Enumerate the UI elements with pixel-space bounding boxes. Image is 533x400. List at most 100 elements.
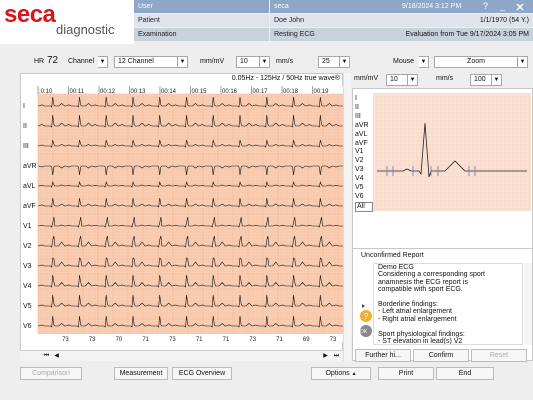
report-scrollbar[interactable] (524, 263, 532, 345)
gain-select[interactable]: 10 (236, 56, 260, 68)
chevron-down-icon[interactable]: ▼ (408, 74, 418, 86)
user-label: User (134, 0, 269, 13)
channel-select[interactable]: 12 Channel (114, 56, 178, 68)
time-tick-label: 00:15 (192, 89, 208, 95)
filter-info: 0.05Hz - 125Hz / 50Hz true wave® (231, 75, 340, 82)
report-line: compatible with sport ECG. (378, 286, 463, 294)
avg-lead-option[interactable]: III (355, 113, 373, 121)
avg-lead-option[interactable]: aVF (355, 140, 373, 148)
speed-select[interactable]: 25 (318, 56, 340, 68)
exam-label: Examination (134, 28, 269, 41)
avg-lead-option[interactable]: I (355, 95, 373, 103)
logo-brand: seca (4, 1, 56, 28)
report-line: Demo ECG (378, 264, 414, 271)
scroll-right-icon[interactable]: ▶ (321, 351, 330, 361)
avg-lead-option[interactable]: V6 (355, 193, 373, 201)
lead-label: I (23, 103, 25, 110)
chevron-down-icon[interactable]: ▼ (340, 56, 350, 68)
avg-speed-select[interactable]: 100 (470, 74, 492, 86)
report-text[interactable]: Demo ECG Considering a corresponding spor… (373, 263, 523, 345)
further-history-button[interactable]: Further hi... (355, 349, 411, 362)
chevron-down-icon[interactable]: ▼ (260, 56, 270, 68)
avg-lead-option[interactable]: II (355, 104, 373, 112)
beat-hr-label: 69 (303, 337, 310, 343)
options-label: Options (325, 370, 350, 377)
options-button[interactable]: Options ▲ (311, 367, 371, 380)
beat-hr-label: 71 (276, 337, 283, 343)
measurement-button[interactable]: Measurement (114, 367, 168, 380)
close-icon[interactable] (515, 0, 527, 13)
mouse-label: Mouse (393, 58, 415, 65)
print-button[interactable]: Print (378, 367, 434, 380)
time-tick-label: 00:16 (222, 89, 238, 95)
avg-lead-option[interactable]: V2 (355, 157, 373, 165)
beat-hr-label: 71 (196, 337, 203, 343)
lead-label: aVR (23, 163, 37, 170)
avg-lead-option[interactable]: All (355, 201, 373, 212)
report-title: Unconfirmed Report (361, 252, 424, 259)
avg-speed-label: mm/s (436, 75, 454, 82)
minimize-icon[interactable]: _ (500, 0, 505, 13)
time-tick-label: 00:12 (100, 89, 116, 95)
end-button[interactable]: End (436, 367, 494, 380)
beat-hr-label: 73 (89, 337, 96, 343)
logo-product: diagnostic (56, 22, 115, 37)
avg-lead-option[interactable]: V3 (355, 166, 373, 174)
chevron-down-icon[interactable]: ▼ (419, 56, 429, 68)
svg-text:?: ? (364, 312, 369, 321)
beat-hr-label: 73 (249, 337, 256, 343)
lead-label: aVF (23, 203, 36, 210)
patient-label: Patient (134, 14, 269, 27)
scroll-left-icon[interactable]: ◀ (52, 351, 61, 361)
time-tick-label: 00:17 (253, 89, 269, 95)
comparison-button[interactable]: Comparison (20, 367, 82, 380)
exam-evaluation: Evaluation from Tue 9/17/2024 3:05 PM (405, 31, 529, 38)
confirm-button[interactable]: Confirm (413, 349, 469, 362)
avg-lead-option[interactable]: V4 (355, 175, 373, 183)
avg-lead-option[interactable]: V5 (355, 184, 373, 192)
report-panel: Unconfirmed Report Demo ECG Considering a… (352, 248, 533, 362)
lead-label: V3 (23, 263, 32, 270)
chevron-down-icon[interactable]: ▼ (518, 56, 528, 68)
beat-hr-label: 70 (116, 337, 123, 343)
ok-icon[interactable]: OK (360, 329, 367, 335)
avg-lead-option[interactable]: aVL (355, 131, 373, 139)
scroll-first-icon[interactable]: ⏮ (42, 351, 51, 361)
help-icon[interactable]: ? (483, 0, 488, 13)
chevron-down-icon[interactable]: ▼ (492, 74, 502, 86)
report-line: Borderline findings: (378, 301, 438, 309)
avg-gain-select[interactable]: 10 (386, 74, 408, 86)
lead-label: V4 (23, 283, 32, 290)
beat-hr-label: 71 (223, 337, 230, 343)
beat-hr-label: 73 (330, 337, 337, 343)
report-line: - Left atrial enlargement (378, 308, 452, 316)
report-line: - Right atrial enlargement (378, 315, 457, 323)
report-line: - ST elevation in lead(s) V2 (378, 338, 463, 345)
scroll-last-icon[interactable]: ⏭ (332, 351, 341, 361)
avg-gain-label: mm/mV (354, 75, 379, 82)
avg-lead-option[interactable]: V1 (355, 148, 373, 156)
lead-label: II (23, 123, 27, 130)
mouse-mode-select[interactable]: Zoom (434, 56, 518, 68)
ecg-overview-button[interactable]: ECG Overview (172, 367, 232, 380)
reset-button[interactable]: Reset (471, 349, 527, 362)
vertical-scrollbar[interactable] (343, 73, 351, 361)
horizontal-scrollbar[interactable]: ⏮ ◀ ▶ ⏭ (20, 350, 343, 361)
header-row-exam: Examination Resting ECG Evaluation from … (134, 28, 533, 41)
lead-label: V1 (23, 223, 32, 230)
chevron-down-icon[interactable]: ▼ (98, 56, 108, 68)
beat-hr-label: 73 (62, 337, 69, 343)
report-line: anamnesis the ECG report is (378, 278, 468, 286)
logo: seca diagnostic (0, 0, 134, 44)
chevron-up-icon: ▲ (351, 371, 357, 377)
avg-lead-option[interactable]: aVR (355, 122, 373, 130)
header-row-user: User seca 9/18/2024 3:12 PM ? _ (134, 0, 533, 13)
report-line: Considering a corresponding sport (378, 271, 486, 279)
lead-label: V2 (23, 243, 32, 250)
report-line (378, 323, 522, 330)
time-tick-label: 00:18 (283, 89, 299, 95)
chevron-down-icon[interactable]: ▼ (178, 56, 188, 68)
lead-label: V6 (23, 323, 32, 330)
time-tick-label: 00:19 (314, 89, 330, 95)
ecg-waveform-chart[interactable]: :0:10 00:11 00:12 00:13 00:14 00:15 00:16 00:17… (21, 86, 343, 350)
